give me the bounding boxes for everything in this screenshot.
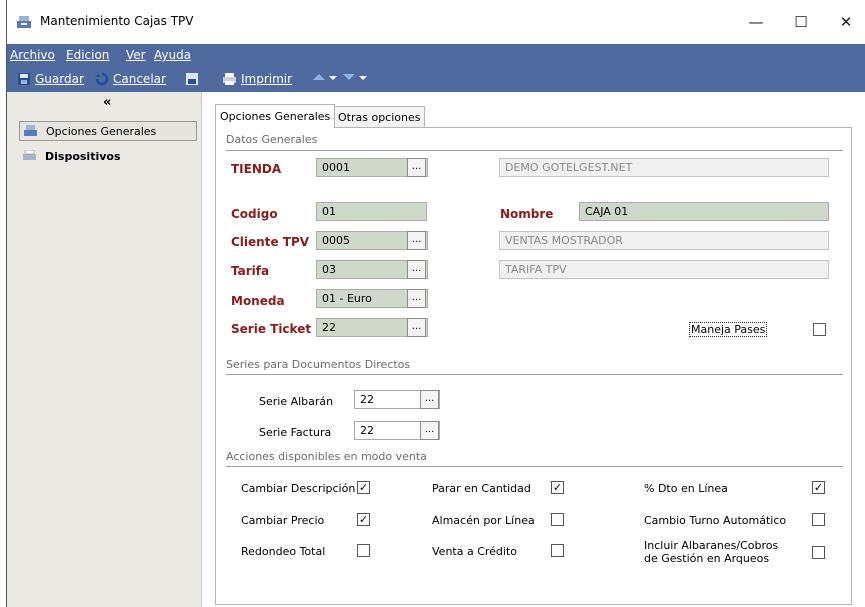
menu-bar: Archivo Edicion Ver Ayuda: [7, 44, 865, 66]
parar-cantidad-checkbox[interactable]: ✓: [551, 481, 564, 494]
moneda-label: Moneda: [231, 294, 285, 308]
tarifa-label: Tarifa: [231, 264, 270, 278]
cambiar-precio-checkbox[interactable]: ✓: [357, 513, 370, 526]
cliente-lookup-button[interactable]: ...: [407, 231, 426, 250]
save-button[interactable]: Guardar: [17, 72, 84, 86]
nombre-label: Nombre: [500, 207, 554, 221]
main-content: Opciones Generales Otras opciones Datos …: [203, 92, 865, 607]
section-datos-generales: Datos Generales: [226, 133, 318, 146]
tienda-label: TIENDA: [231, 162, 282, 176]
serie-albaran-label: Serie Albarán: [259, 395, 334, 408]
collapse-sidebar-button[interactable]: «: [103, 95, 111, 110]
divider: [226, 374, 843, 375]
moneda-dropdown-button[interactable]: ...: [407, 289, 426, 308]
incluir-albaranes-label: Incluir Albaranes/Cobros de Gestión en A…: [644, 539, 779, 565]
sidebar: « Opciones Generales Dispositivos: [7, 92, 202, 607]
incluir-albaranes-checkbox[interactable]: [812, 546, 825, 559]
tab-otras-opciones[interactable]: Otras opciones: [333, 106, 426, 128]
maximize-button[interactable]: ☐: [787, 10, 815, 34]
printer-icon: [23, 150, 36, 160]
arrow-dropdown-icon: [313, 74, 367, 80]
venta-credito-checkbox[interactable]: [551, 544, 564, 557]
undo-icon: [95, 72, 109, 86]
save-icon: [18, 73, 30, 85]
serie-factura-lookup-button[interactable]: ...: [420, 421, 439, 440]
sidebar-item-opciones-generales[interactable]: Opciones Generales: [19, 121, 197, 141]
cambio-turno-checkbox[interactable]: [812, 513, 825, 526]
cambio-turno-label: Cambio Turno Automático: [644, 514, 787, 527]
tab-opciones-generales[interactable]: Opciones Generales: [215, 104, 336, 128]
cliente-label: Cliente TPV: [231, 235, 310, 249]
cash-register-icon: [17, 16, 31, 28]
menu-ayuda[interactable]: Ayuda: [154, 48, 191, 62]
cliente-desc-field: VENTAS MOSTRADOR: [499, 231, 829, 250]
maneja-pases-label: Maneja Pases: [689, 322, 768, 337]
maneja-pases-checkbox[interactable]: [813, 323, 826, 336]
tarifa-lookup-button[interactable]: ...: [407, 260, 426, 279]
cambiar-precio-label: Cambiar Precio: [241, 514, 325, 527]
minimize-button[interactable]: —: [742, 10, 770, 34]
sidebar-item-dispositivos[interactable]: Dispositivos: [19, 146, 197, 166]
nav-arrows[interactable]: [313, 72, 373, 82]
section-acciones: Acciones disponibles en modo venta: [226, 450, 427, 463]
print-button[interactable]: Imprimir: [222, 72, 292, 86]
cash-register-icon: [24, 125, 37, 136]
redondeo-total-label: Redondeo Total: [241, 545, 326, 558]
codigo-field[interactable]: 01: [316, 202, 427, 221]
section-series: Series para Documentos Directos: [226, 358, 411, 371]
menu-edicion[interactable]: Edicion: [66, 48, 109, 62]
tab-panel: Datos Generales TIENDA 0001 ... DEMO GOT…: [215, 127, 852, 605]
title-bar: Mantenimiento Cajas TPV — ☐ ✕: [7, 0, 865, 44]
nombre-field[interactable]: CAJA 01: [579, 202, 829, 221]
divider: [226, 150, 843, 151]
venta-credito-label: Venta a Crédito: [432, 545, 518, 558]
tienda-lookup-button[interactable]: ...: [407, 158, 426, 177]
disk-icon[interactable]: [185, 72, 199, 86]
menu-ver[interactable]: Ver: [126, 48, 146, 62]
window-title: Mantenimiento Cajas TPV: [40, 14, 194, 28]
divider: [226, 466, 843, 467]
dto-linea-label: % Dto en Línea: [644, 482, 728, 495]
close-button[interactable]: ✕: [832, 10, 860, 34]
almacen-linea-label: Almacén por Línea: [432, 514, 535, 527]
redondeo-total-checkbox[interactable]: [357, 544, 370, 557]
serie-ticket-lookup-button[interactable]: ...: [407, 318, 426, 337]
dto-linea-checkbox[interactable]: ✓: [812, 481, 825, 494]
cambiar-descripcion-checkbox[interactable]: ✓: [357, 481, 370, 494]
serie-factura-label: Serie Factura: [259, 426, 332, 439]
menu-archivo[interactable]: Archivo: [10, 48, 55, 62]
parar-cantidad-label: Parar en Cantidad: [432, 482, 531, 495]
tarifa-desc-field: TARIFA TPV: [499, 260, 829, 279]
serie-ticket-label: Serie Ticket: [231, 322, 312, 336]
printer-icon: [223, 73, 236, 85]
toolbar: Guardar Cancelar Imprimir: [7, 66, 865, 92]
cambiar-descripcion-label: Cambiar Descripción: [241, 482, 356, 495]
cancel-button[interactable]: Cancelar: [95, 72, 166, 86]
codigo-label: Codigo: [231, 207, 278, 221]
almacen-linea-checkbox[interactable]: [551, 513, 564, 526]
tienda-desc-field: DEMO GOTELGEST.NET: [499, 158, 829, 177]
serie-albaran-lookup-button[interactable]: ...: [420, 390, 439, 409]
